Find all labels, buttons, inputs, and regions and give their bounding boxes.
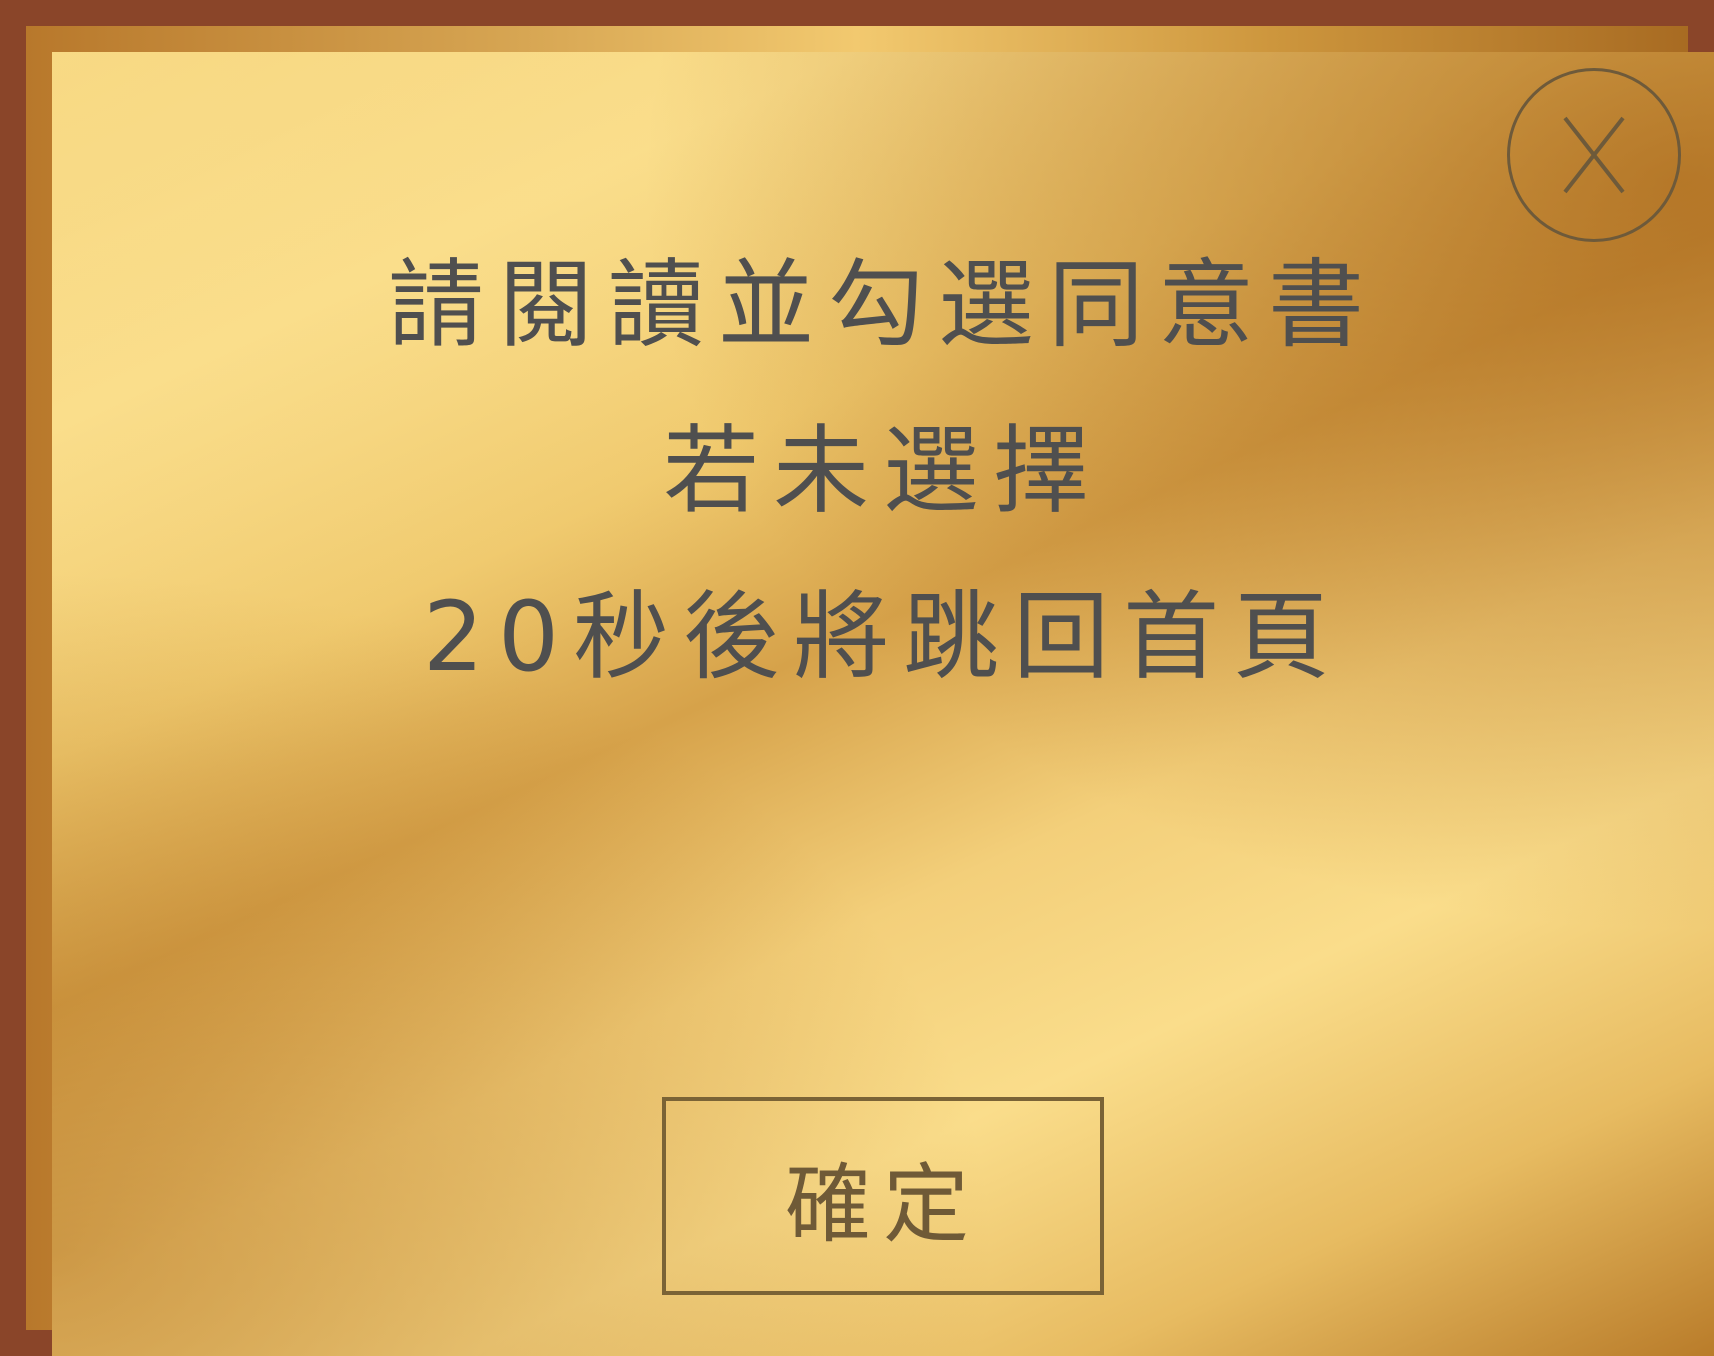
close-icon <box>1559 114 1629 196</box>
close-button[interactable] <box>1507 68 1681 242</box>
confirm-button[interactable]: 確定 <box>662 1097 1104 1295</box>
dialog-message: 請閱讀並勾選同意書 若未選擇 20秒後將跳回首頁 <box>52 222 1714 720</box>
dialog-panel: 請閱讀並勾選同意書 若未選擇 20秒後將跳回首頁 確定 <box>52 52 1714 1356</box>
message-line-countdown: 20秒後將跳回首頁 <box>422 581 1344 693</box>
dialog-frame: 請閱讀並勾選同意書 若未選擇 20秒後將跳回首頁 確定 <box>0 0 1714 1356</box>
message-line-if-not-selected: 若未選擇 <box>663 415 1103 527</box>
confirm-button-label: 確定 <box>785 1154 981 1255</box>
message-line-consent: 請閱讀並勾選同意書 <box>388 249 1378 361</box>
